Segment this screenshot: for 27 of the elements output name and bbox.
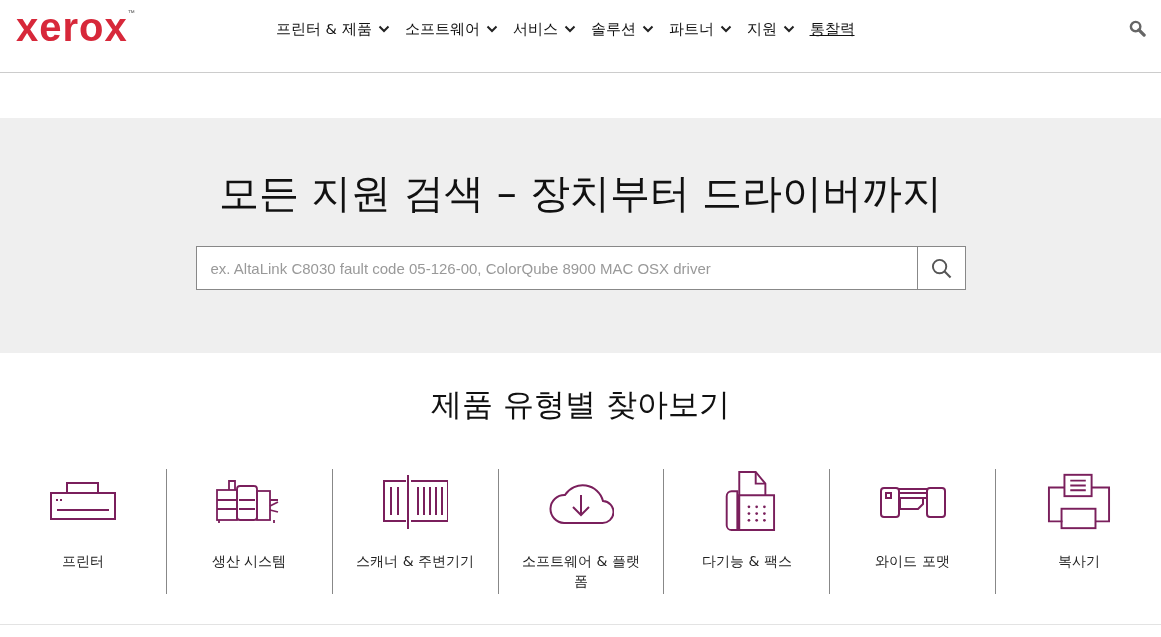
nav-menu-item[interactable]: 지원: [746, 19, 795, 39]
category-label[interactable]: 프린터: [61, 551, 104, 571]
search-field[interactable]: ex. AltaLink C8030 fault code 05-126-00, ColorQube 8900 MAC OSX driver: [195, 246, 917, 290]
nav-menu-item[interactable]: 통찰력: [809, 19, 855, 39]
chevron-down-icon: [719, 25, 732, 33]
category-label[interactable]: 와이드 포맷: [875, 551, 950, 571]
nav-menu-item[interactable]: 서비스: [512, 19, 576, 39]
hero-title: 모든 지원 검색 – 장치부터 드라이버까지: [218, 169, 943, 218]
chevron-down-icon: [641, 25, 654, 33]
chevron-down-icon: [485, 25, 498, 33]
section-title: 제품 유형별 찾아보기: [430, 385, 731, 424]
search-icon: [930, 257, 952, 279]
nav-menu-item[interactable]: 프린터 & 제품: [276, 19, 390, 39]
chevron-down-icon: [563, 25, 576, 33]
search-button[interactable]: [916, 246, 966, 290]
category-label[interactable]: 다기능 & 팩스: [701, 551, 792, 571]
xerox-logo[interactable]: xerox$^{™}$: [16, 7, 276, 47]
category-label[interactable]: 생산 시스템: [212, 551, 287, 571]
category-label[interactable]: 스캐너 & 주변기기: [356, 551, 475, 571]
nav-menu-item[interactable]: 솔루션: [590, 19, 654, 39]
category-label[interactable]: 소프트웨어 & 플랫폼: [516, 551, 646, 591]
nav-menu-item[interactable]: 파트너: [668, 19, 732, 39]
nav-menu-item[interactable]: 소프트웨어: [404, 19, 498, 39]
chevron-down-icon: [782, 25, 795, 33]
category-label[interactable]: 복사기: [1057, 551, 1100, 571]
search-icon[interactable]: [1129, 19, 1146, 37]
chevron-down-icon: [377, 25, 390, 33]
